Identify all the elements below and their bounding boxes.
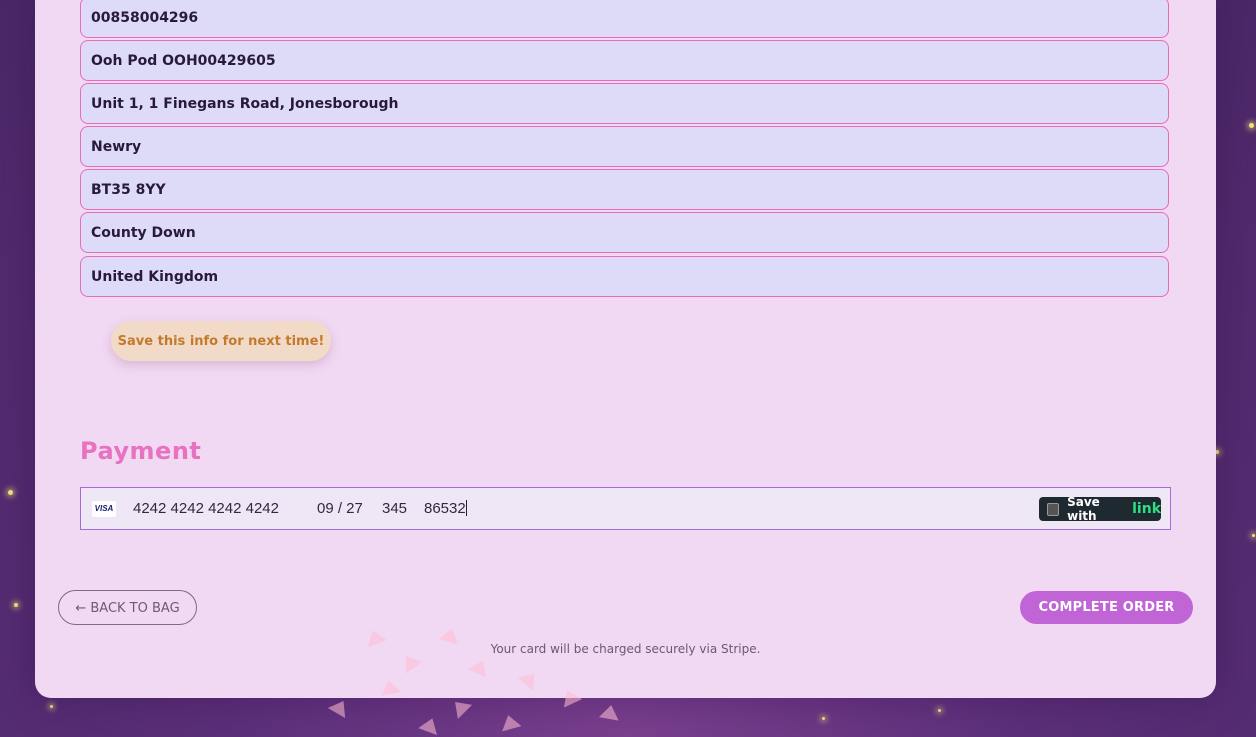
firefly-decoration	[14, 603, 18, 607]
text-caret	[465, 500, 467, 516]
save-info-button[interactable]: Save this info for next time!	[111, 321, 331, 361]
postcode-field[interactable]: BT35 8YY	[80, 169, 1169, 210]
card-payment-input[interactable]: VISA 4242 4242 4242 4242 09 / 27 345 865…	[80, 487, 1171, 530]
card-expiry-input[interactable]: 09 / 27	[317, 500, 363, 517]
link-save-label: Save with	[1067, 495, 1100, 523]
link-logo: link	[1132, 501, 1161, 517]
link-checkbox[interactable]	[1047, 502, 1060, 516]
phone-field[interactable]: 00858004296	[80, 0, 1169, 38]
firefly-decoration	[1252, 534, 1255, 537]
card-zip-input[interactable]: 86532	[424, 500, 467, 517]
card-cvc-input[interactable]: 345	[382, 500, 407, 517]
county-field[interactable]: County Down	[80, 212, 1169, 253]
address-line2-field[interactable]: Unit 1, 1 Finegans Road, Jonesborough	[80, 83, 1169, 124]
firefly-decoration	[50, 705, 53, 708]
address-line1-field[interactable]: Ooh Pod OOH00429605	[80, 40, 1169, 81]
firefly-decoration	[1249, 123, 1254, 128]
firefly-decoration	[8, 490, 13, 495]
complete-order-button[interactable]: COMPLETE ORDER	[1020, 591, 1193, 624]
firefly-decoration	[938, 709, 941, 712]
save-with-link-toggle[interactable]: Save with link	[1039, 495, 1161, 523]
country-field[interactable]: United Kingdom	[80, 256, 1169, 297]
payment-heading: Payment	[80, 437, 202, 465]
visa-card-icon: VISA	[92, 501, 116, 517]
back-to-bag-button[interactable]: ← BACK TO BAG	[58, 590, 197, 625]
firefly-decoration	[822, 717, 825, 720]
stripe-security-note: Your card will be charged securely via S…	[490, 642, 761, 656]
card-number-input[interactable]: 4242 4242 4242 4242	[133, 500, 279, 517]
city-field[interactable]: Newry	[80, 126, 1169, 167]
card-zip-value: 86532	[424, 500, 466, 517]
